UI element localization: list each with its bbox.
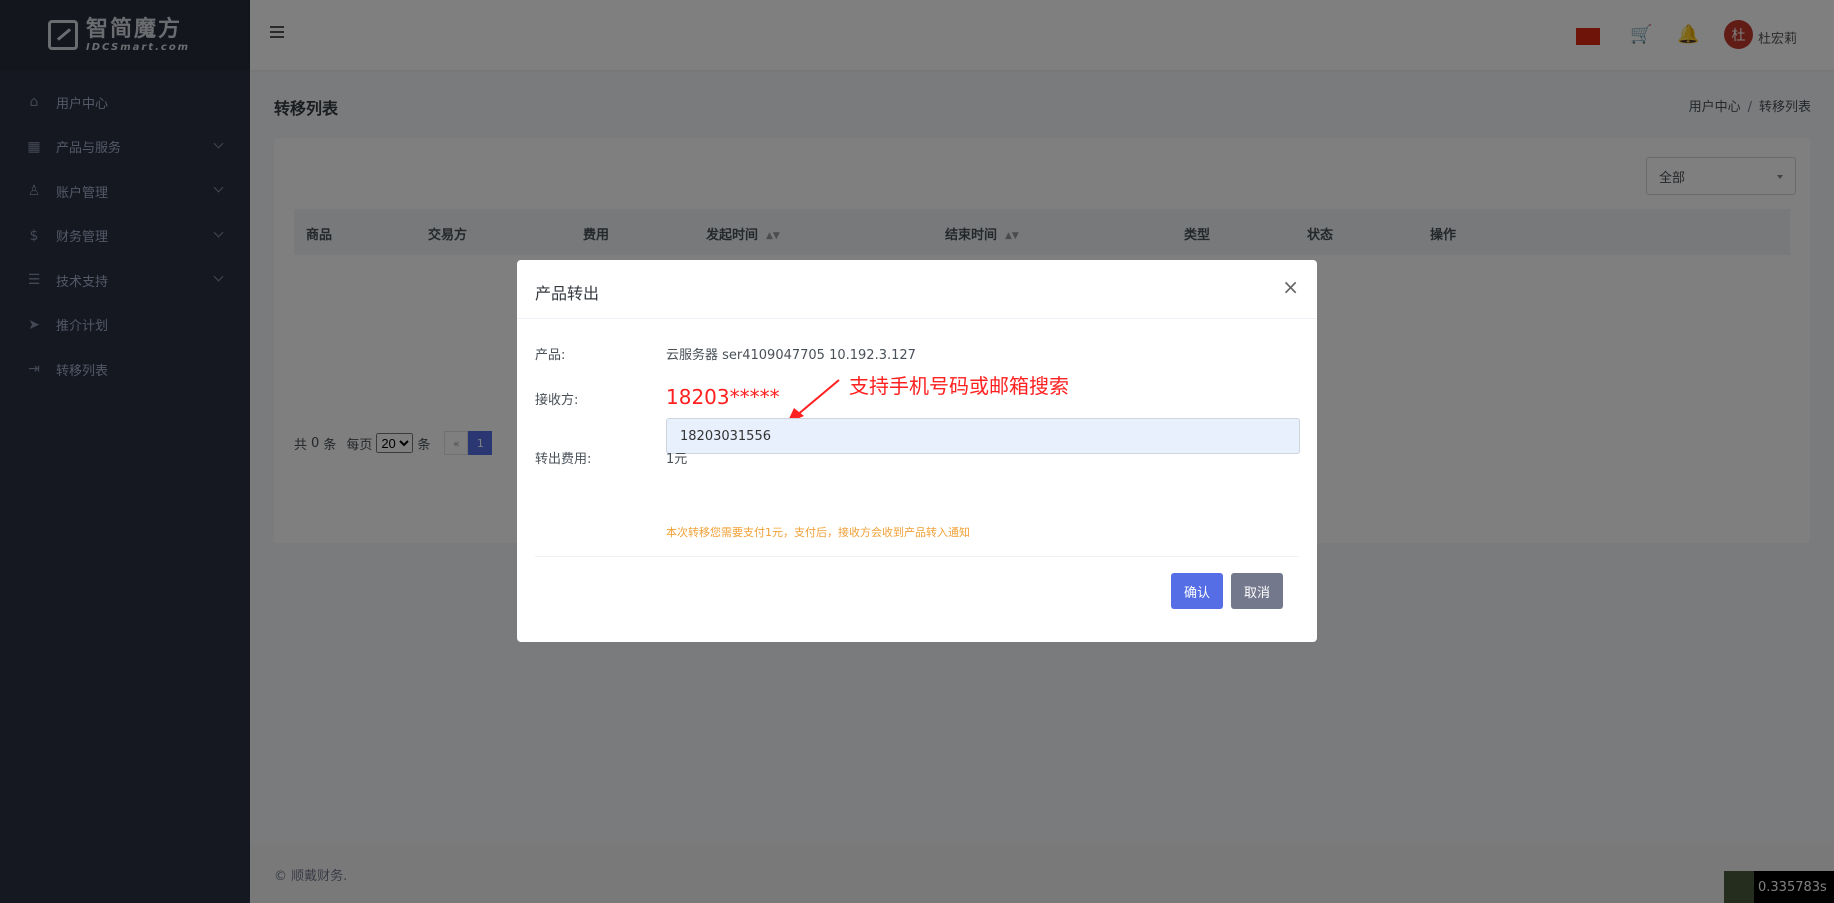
- receiver-masked-annotation: 18203*****: [666, 385, 780, 409]
- modal-divider: [535, 556, 1299, 557]
- transfer-out-modal: 产品转出 × 产品: 云服务器 ser4109047705 10.192.3.1…: [517, 260, 1317, 642]
- receiver-label: 接收方:: [535, 393, 579, 408]
- modal-title: 产品转出: [535, 284, 600, 303]
- search-hint-annotation: 支持手机号码或邮箱搜索: [849, 374, 1069, 398]
- cancel-button[interactable]: 取消: [1231, 573, 1283, 609]
- fee-label: 转出费用:: [535, 452, 592, 467]
- confirm-button[interactable]: 确认: [1171, 573, 1223, 609]
- product-label: 产品:: [535, 348, 566, 363]
- receiver-input[interactable]: [666, 418, 1300, 454]
- annotation-arrow-icon: [787, 379, 840, 423]
- modal-header: 产品转出 ×: [517, 260, 1317, 319]
- payment-notice: 本次转移您需要支付1元，支付后，接收方会收到产品转入通知: [666, 526, 970, 539]
- fee-value: 1元: [666, 452, 688, 467]
- close-icon[interactable]: ×: [1282, 277, 1299, 297]
- product-value: 云服务器 ser4109047705 10.192.3.127: [666, 348, 916, 363]
